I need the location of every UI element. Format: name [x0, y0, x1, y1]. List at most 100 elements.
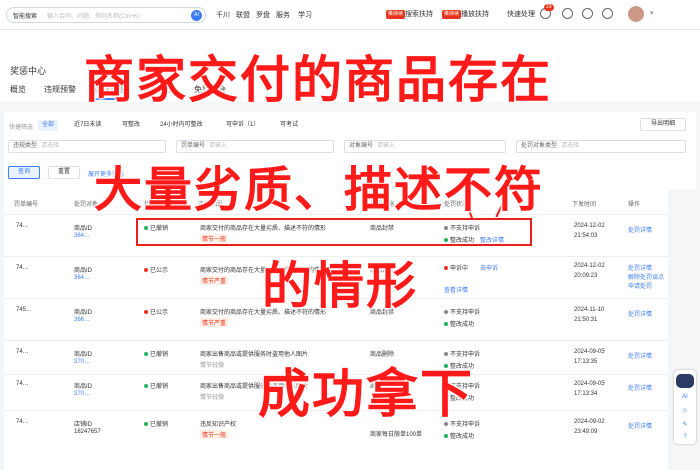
- chip-appealable[interactable]: 可申诉（1）: [222, 120, 263, 131]
- help-icon[interactable]: ?: [680, 432, 690, 442]
- view-detail-link[interactable]: 查看详情: [444, 285, 468, 294]
- reason-tag: 情节严重: [200, 318, 229, 327]
- object-type: 商品ID: [74, 310, 93, 316]
- ticket-id: 74…: [16, 223, 29, 229]
- apply-penalty-link[interactable]: 申请处罚: [628, 281, 652, 290]
- penalty-detail-link[interactable]: 处罚详情: [628, 351, 652, 360]
- penalty-detail-link[interactable]: 处罚详情: [628, 263, 652, 272]
- overlay-caption-4: 成功拿下: [258, 365, 475, 425]
- issue-date: 2024-11-10: [574, 307, 605, 313]
- highlight-box: [136, 218, 532, 246]
- state-text: 不支持申诉: [444, 307, 480, 316]
- search-placeholder: 输入合同、问题、规则名称(Ctrl+K): [47, 14, 140, 20]
- penalty-detail-link[interactable]: 处罚详情: [628, 225, 652, 234]
- reset-button[interactable]: 重置: [48, 166, 80, 179]
- col-header-ticket: 罚单编号: [14, 202, 39, 208]
- nav-luopan[interactable]: 罗盘: [256, 10, 270, 20]
- status-badge: 已撤销: [144, 349, 168, 358]
- nav-qianchuan[interactable]: 千川: [216, 10, 230, 20]
- app-grid-icon[interactable]: [602, 8, 613, 19]
- object-id-link[interactable]: 370…: [74, 391, 90, 397]
- object-id-link[interactable]: 366…: [74, 317, 90, 323]
- object-id-link[interactable]: 370…: [74, 359, 90, 365]
- quick-process-link[interactable]: 快速处理: [507, 9, 535, 19]
- measure-text: 商家每日限单100单: [370, 432, 423, 438]
- issue-time: 20:09:23: [574, 273, 598, 279]
- reason-tag: 情节轻微: [200, 395, 225, 401]
- issue-date: 2024-09-05: [574, 349, 605, 355]
- reason-text: 违反知识产权: [200, 422, 237, 428]
- headset-icon[interactable]: [562, 8, 573, 19]
- object-id-link[interactable]: 364…: [74, 233, 90, 239]
- robot-icon[interactable]: [676, 374, 694, 388]
- issue-time: 23:49:09: [574, 429, 598, 435]
- nav-fuwu[interactable]: 服务: [276, 10, 290, 20]
- lift-penalty-link[interactable]: 解除处罚误点: [628, 272, 664, 281]
- play-support-link[interactable]: 播放扶持: [461, 9, 489, 19]
- appeal-link[interactable]: 去申诉: [480, 263, 498, 272]
- notification-badge: 29: [544, 4, 554, 11]
- state-text: 申诉中: [444, 263, 468, 272]
- col-header-ops: 操作: [628, 202, 641, 208]
- search-support-link[interactable]: 搜索扶持: [405, 9, 433, 19]
- penalty-detail-link[interactable]: 处罚详情: [628, 309, 652, 318]
- issue-time: 21:50:31: [574, 317, 598, 323]
- tab-warning[interactable]: 违规预警: [44, 84, 76, 95]
- issue-date: 2024-09-02: [574, 419, 605, 425]
- page-title: 奖惩中心: [10, 66, 47, 76]
- ticket-id: 74…: [16, 349, 29, 355]
- ticket-id: 74…: [16, 265, 29, 271]
- object-id: 18247657: [74, 429, 101, 435]
- chip-all[interactable]: 全部: [38, 120, 59, 131]
- nav-xuexi[interactable]: 学习: [298, 10, 312, 20]
- promo-tag: 推持续: [442, 10, 462, 19]
- overlay-caption-3: 的情形: [262, 257, 418, 315]
- ticket-id: 745…: [16, 307, 33, 313]
- col-header-time: 下发时间: [572, 202, 597, 208]
- avatar[interactable]: [628, 6, 644, 22]
- issue-time: 17:13:35: [574, 359, 598, 365]
- nav-lianmeng[interactable]: 联盟: [236, 10, 250, 20]
- object-type: 商品ID: [74, 268, 93, 274]
- query-button[interactable]: 查询: [8, 166, 40, 179]
- status-badge: 已撤销: [144, 381, 168, 390]
- edit-icon[interactable]: ✎: [680, 420, 690, 430]
- issue-time: 17:13:34: [574, 391, 598, 397]
- issue-date: 2024-12-02: [574, 223, 605, 229]
- reason-tag: 情节轻微: [200, 363, 225, 369]
- penalty-detail-link[interactable]: 处罚详情: [628, 421, 652, 430]
- status-badge: 已撤销: [144, 419, 168, 428]
- penalty-detail-link[interactable]: 处罚详情: [628, 383, 652, 392]
- object-type: 商品ID: [74, 352, 93, 358]
- overlay-caption-1: 商家交付的商品存在: [84, 51, 552, 109]
- issue-time: 21:54:03: [574, 233, 598, 239]
- overlay-caption-2: 大量劣质、描述不符: [94, 162, 545, 218]
- ticket-id: 74…: [16, 381, 29, 387]
- screen: 智能搜索 输入合同、问题、规则名称(Ctrl+K) AI 千川 联盟 罗盘 服务…: [0, 0, 700, 470]
- search-input[interactable]: 智能搜索 输入合同、问题、规则名称(Ctrl+K) AI: [6, 7, 206, 23]
- object-type: 店铺ID: [74, 422, 93, 428]
- reason-tag: 情节一般: [200, 430, 229, 439]
- status-badge: 已公示: [144, 265, 168, 274]
- search-tag: 智能搜索: [13, 14, 38, 20]
- top-bar: 智能搜索 输入合同、问题、规则名称(Ctrl+K) AI 千川 联盟 罗盘 服务…: [0, 0, 700, 30]
- issue-date: 2024-09-05: [574, 381, 605, 387]
- chip-24h-rectify[interactable]: 24小时内可整改: [156, 120, 207, 131]
- status-badge: 已公示: [144, 307, 168, 316]
- state-text: 整改成功: [444, 431, 474, 440]
- chevron-down-icon[interactable]: ▾: [650, 9, 654, 17]
- object-id-link[interactable]: 364…: [74, 275, 90, 281]
- chip-exam[interactable]: 可考试: [276, 120, 302, 131]
- tab-overview[interactable]: 概览: [10, 84, 26, 95]
- gift-icon[interactable]: [582, 8, 593, 19]
- chip-rectifiable[interactable]: 可整改: [118, 120, 144, 131]
- export-button[interactable]: 导出明细: [640, 118, 686, 131]
- chip-7day-unread[interactable]: 近7日未读: [70, 120, 105, 131]
- chat-icon[interactable]: ☺: [680, 406, 690, 416]
- state-text: 整改成功: [444, 319, 474, 328]
- object-type: 商品ID: [74, 384, 93, 390]
- ai-icon[interactable]: AI: [680, 392, 690, 402]
- ai-icon[interactable]: AI: [191, 10, 202, 21]
- ticket-id: 74…: [16, 419, 29, 425]
- object-type: 商品ID: [74, 226, 93, 232]
